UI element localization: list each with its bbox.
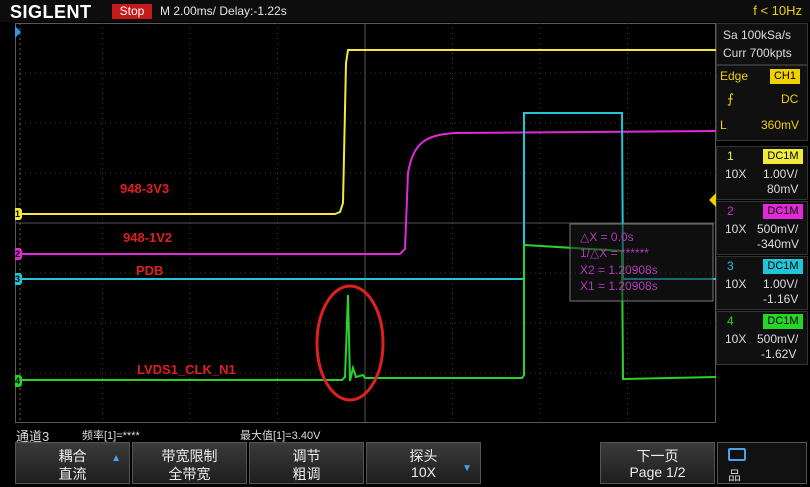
right-info-panel: Sa 100kSa/s Curr 700kpts Edge CH1 ⨍ DC L… <box>716 23 808 423</box>
max-value-measurement: 最大值[1]=3.40V <box>240 430 321 442</box>
trigger-level-marker[interactable] <box>709 193 716 207</box>
ch3-scale: 1.00V/ <box>763 277 798 291</box>
ch4-offset: -1.62V <box>761 347 797 361</box>
ch2-probe: 10X <box>725 222 747 236</box>
ch3-probe: 10X <box>725 277 747 291</box>
down-arrow-icon: ▼ <box>462 463 472 474</box>
memory-depth: Curr 700kpts <box>723 46 792 60</box>
ch1-scale: 1.00V/ <box>763 167 798 181</box>
status-line: 通道3 频率[1]=**** 最大值[1]=3.40V <box>0 425 810 444</box>
ch3-coupling-badge: DC1M <box>763 259 803 274</box>
adjust-value: 粗调 <box>292 466 321 482</box>
ch2-offset: -340mV <box>757 237 800 251</box>
usb-icon <box>728 448 746 461</box>
ch2-marker[interactable]: 2 <box>15 249 20 259</box>
trigger-frequency: f < 10Hz <box>753 3 802 18</box>
ch3-number: 3 <box>727 259 734 273</box>
ch1-probe: 10X <box>725 167 747 181</box>
ch4-info-box[interactable]: 4 DC1M 10X 500mV/ -1.62V <box>716 311 808 365</box>
ch1-marker[interactable]: 1 <box>15 209 20 219</box>
next-page-button[interactable]: 下一页 Page 1/2 <box>600 442 715 484</box>
coupling-value: 直流 <box>58 466 87 482</box>
ch4-marker[interactable]: 4 <box>15 376 20 386</box>
channel-markers[interactable]: 1 2 3 4 <box>15 208 22 387</box>
soft-menu: 耦合 直流 ▲ 带宽限制 全带宽 调节 粗调 探头 10X ▼ 下一页 Page… <box>15 442 810 484</box>
coupling-button[interactable]: 耦合 直流 ▲ <box>15 442 130 484</box>
trigger-coupling: DC <box>781 92 799 106</box>
ch4-scale: 500mV/ <box>757 332 799 346</box>
label-948-1v2: 948-1V2 <box>123 230 172 245</box>
label-pdb: PDB <box>136 263 163 278</box>
trigger-level-prefix: L <box>720 118 727 132</box>
cursor-inv-delta-x: 1/△X = ****** <box>580 246 649 260</box>
sample-rate: Sa 100kSa/s <box>723 28 792 42</box>
network-icon: 品 <box>728 468 742 483</box>
top-bar: SIGLENT Stop M 2.00ms/ Delay:-1.22s f < … <box>0 0 810 22</box>
ch1-number: 1 <box>727 149 734 163</box>
status-icons: 品 <box>717 442 807 484</box>
trigger-type: Edge <box>720 69 749 83</box>
grid <box>15 23 716 423</box>
ch1-info-box[interactable]: 1 DC1M 10X 1.00V/ 80mV <box>716 146 808 200</box>
label-lvds1-clk-n1: LVDS1_CLK_N1 <box>137 362 236 377</box>
bandwidth-limit-button[interactable]: 带宽限制 全带宽 <box>132 442 247 484</box>
brand-logo: SIGLENT <box>10 2 92 22</box>
ch1-coupling-badge: DC1M <box>763 149 803 164</box>
trigger-position-marker[interactable] <box>15 26 21 38</box>
next-page-value: Page 1/2 <box>629 464 686 480</box>
rising-edge-icon: ⨍ <box>727 91 734 106</box>
run-state-badge[interactable]: Stop <box>112 4 152 19</box>
cursor-x1: X1 = 1.20908s <box>580 279 658 293</box>
trigger-level: 360mV <box>761 118 800 132</box>
cursor-x2: X2 = 1.20908s <box>580 263 658 277</box>
ch2-number: 2 <box>727 204 734 218</box>
ch4-number: 4 <box>727 314 734 328</box>
ch2-scale: 500mV/ <box>757 222 799 236</box>
ch3-marker[interactable]: 3 <box>15 274 20 284</box>
adjust-label: 调节 <box>292 448 321 464</box>
next-page-label: 下一页 <box>636 448 679 464</box>
adjust-button[interactable]: 调节 粗调 <box>249 442 364 484</box>
waveform-svg: 1 2 3 4 948-3V3 948-1V2 PDB LVDS1_CLK_N1… <box>15 23 716 423</box>
cursor-readout-box: △X = 0.0s 1/△X = ****** X2 = 1.20908s X1… <box>569 223 714 302</box>
ch4-probe: 10X <box>725 332 747 346</box>
timebase-readout: M 2.00ms/ Delay:-1.22s <box>160 4 287 18</box>
ch3-info-box[interactable]: 3 DC1M 10X 1.00V/ -1.16V <box>716 256 808 310</box>
label-948-3v3: 948-3V3 <box>120 181 169 196</box>
acquisition-box[interactable]: Sa 100kSa/s Curr 700kpts <box>716 23 808 65</box>
up-arrow-icon: ▲ <box>111 453 121 464</box>
ch1-offset: 80mV <box>767 182 799 196</box>
ch3-offset: -1.16V <box>763 292 799 306</box>
ch2-info-box[interactable]: 2 DC1M 10X 500mV/ -340mV <box>716 201 808 255</box>
cursor-delta-x: △X = 0.0s <box>580 230 634 244</box>
frequency-measurement: 频率[1]=**** <box>82 430 140 442</box>
bandwidth-limit-value: 全带宽 <box>168 466 211 482</box>
trigger-source-badge: CH1 <box>770 69 800 84</box>
ch2-coupling-badge: DC1M <box>763 204 803 219</box>
ch4-coupling-badge: DC1M <box>763 314 803 329</box>
waveform-display[interactable]: 1 2 3 4 948-3V3 948-1V2 PDB LVDS1_CLK_N1… <box>15 23 716 423</box>
bandwidth-limit-label: 带宽限制 <box>161 448 218 464</box>
probe-button[interactable]: 探头 10X ▼ <box>366 442 481 484</box>
trigger-box[interactable]: Edge CH1 ⨍ DC L 360mV <box>716 65 808 141</box>
